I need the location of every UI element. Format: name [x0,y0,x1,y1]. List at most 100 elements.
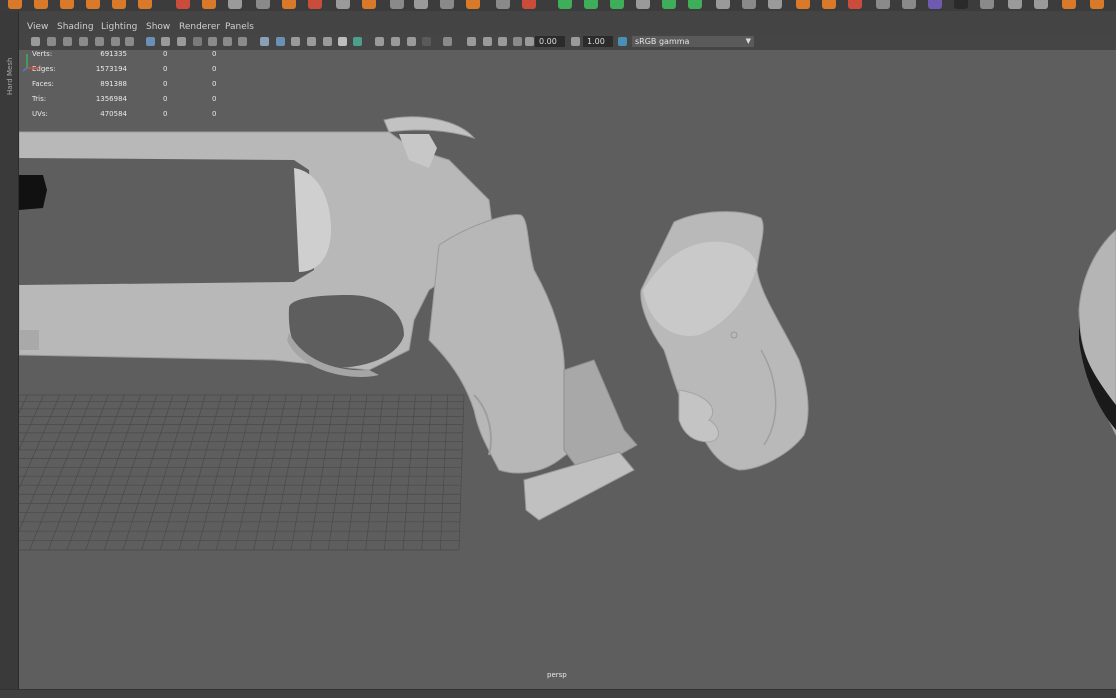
gate-mask-icon[interactable] [193,37,202,46]
camera-name-label: persp [547,671,567,679]
xray-joints-icon[interactable] [498,37,507,46]
shelf-tool-icon[interactable] [610,0,624,9]
backface-culling-icon[interactable] [513,37,522,46]
grease-pencil-icon[interactable] [95,37,104,46]
exposure-field[interactable]: 1.00 [583,36,613,47]
image-plane-icon[interactable] [79,37,88,46]
resolution-gate-icon[interactable] [177,37,186,46]
shelf-tool-icon[interactable] [496,0,510,9]
shelf-tool-icon[interactable] [662,0,676,9]
grid-line [439,394,449,551]
shelf-tool-icon[interactable] [688,0,702,9]
shelf-tool-icon[interactable] [228,0,242,9]
camera-icon[interactable] [31,37,40,46]
anti-aliasing-icon[interactable] [407,37,416,46]
shelf-tool-icon[interactable] [202,0,216,9]
pencil-icon[interactable] [125,37,134,46]
smooth-shade-icon[interactable] [276,37,285,46]
hud-row-verts: Verts: 691335 0 0 [29,50,229,65]
shelf-tool-icon[interactable] [308,0,322,9]
film-gate-icon[interactable] [161,37,170,46]
use-all-lights-icon[interactable] [323,37,332,46]
ambient-occlusion-icon[interactable] [375,37,384,46]
grid-line [327,394,352,551]
safe-action-icon[interactable] [223,37,232,46]
axis-gizmo-icon [22,54,39,72]
wireframe-on-shaded-icon[interactable] [291,37,300,46]
menu-show[interactable]: Show [146,22,170,32]
xray-icon[interactable] [467,37,476,46]
shelf-tool-icon[interactable] [716,0,730,9]
shelf-tool-icon[interactable] [8,0,22,9]
shelf-tool-icon[interactable] [928,0,942,9]
shelf-tool-icon[interactable] [256,0,270,9]
exposure-icon[interactable] [571,37,580,46]
shelf-tool-icon[interactable] [86,0,100,9]
near-clip-field[interactable]: 0.00 [535,36,565,47]
shelf-tool-icon[interactable] [138,0,152,9]
hud-label: Faces: [32,80,54,88]
shelf-tool-icon[interactable] [636,0,650,9]
motion-blur-icon[interactable] [391,37,400,46]
bookmark-icon[interactable] [63,37,72,46]
shelf-tool-icon[interactable] [466,0,480,9]
grid-icon[interactable] [146,37,155,46]
menu-shading[interactable]: Shading [57,22,94,32]
shelf-tool-icon[interactable] [390,0,404,9]
shelf-tool-icon[interactable] [522,0,536,9]
shelf-tool-icon[interactable] [558,0,572,9]
shelf-tool-icon[interactable] [336,0,350,9]
wireframe-icon[interactable] [260,37,269,46]
viewport-3d[interactable]: Verts: 691335 0 0 Edges: 1573194 0 0 Fac… [19,50,1116,697]
shelf-tool-icon[interactable] [1008,0,1022,9]
depth-of-field-icon[interactable] [422,37,431,46]
color-management-dropdown[interactable]: sRGB gamma ▼ [632,36,754,47]
shelf-tool-icon[interactable] [60,0,74,9]
menu-panels[interactable]: Panels [225,22,254,32]
shelf-tool-icon[interactable] [876,0,890,9]
2d-pan-zoom-icon[interactable] [111,37,120,46]
shelf-tool-icon[interactable] [34,0,48,9]
gun-body-mesh [19,116,495,377]
shelf-tool-icon[interactable] [584,0,598,9]
menu-renderer[interactable]: Renderer [179,22,220,32]
hud-label: Tris: [32,95,47,103]
shelf-tool-icon[interactable] [768,0,782,9]
xray-active-components-icon[interactable] [483,37,492,46]
shelf-tool-icon[interactable] [1062,0,1076,9]
shelf-tool-icon[interactable] [176,0,190,9]
camera-attributes-icon[interactable] [47,37,56,46]
shelf-tool-icon[interactable] [362,0,376,9]
shelf-tool-icon[interactable] [848,0,862,9]
menu-lighting[interactable]: Lighting [101,22,137,32]
side-panel-label[interactable]: Hard Mesh [6,15,14,95]
color-management-icon[interactable] [618,37,627,46]
shelf-tool-icon[interactable] [980,0,994,9]
hud-component-count: 0 [212,50,217,58]
shelf-tool-icon[interactable] [112,0,126,9]
grid-line [19,394,77,532]
shelf-tool-icon[interactable] [1034,0,1048,9]
shadows-icon[interactable] [353,37,362,46]
detached-grip-mesh [640,211,809,471]
isolate-select-icon[interactable] [443,37,452,46]
shelf-tool-icon[interactable] [796,0,810,9]
near-clip-icon[interactable] [525,37,534,46]
grid-line [402,394,416,551]
shelf-tool-icon[interactable] [954,0,968,9]
grid-line [48,394,109,551]
shelf-tool-icon[interactable] [902,0,916,9]
shelf-tool-icon[interactable] [282,0,296,9]
grid-line [19,394,44,451]
textured-icon[interactable] [307,37,316,46]
shelf-tool-icon[interactable] [414,0,428,9]
shelf-tool-icon[interactable] [822,0,836,9]
menu-view[interactable]: View [27,22,48,32]
light-icon[interactable] [338,37,347,46]
shelf-tool-icon[interactable] [742,0,756,9]
field-chart-icon[interactable] [208,37,217,46]
shelf-tool-icon[interactable] [1090,0,1104,9]
shelf-tool-icon[interactable] [440,0,454,9]
safe-title-icon[interactable] [238,37,247,46]
hud-component-count: 0 [212,95,217,103]
